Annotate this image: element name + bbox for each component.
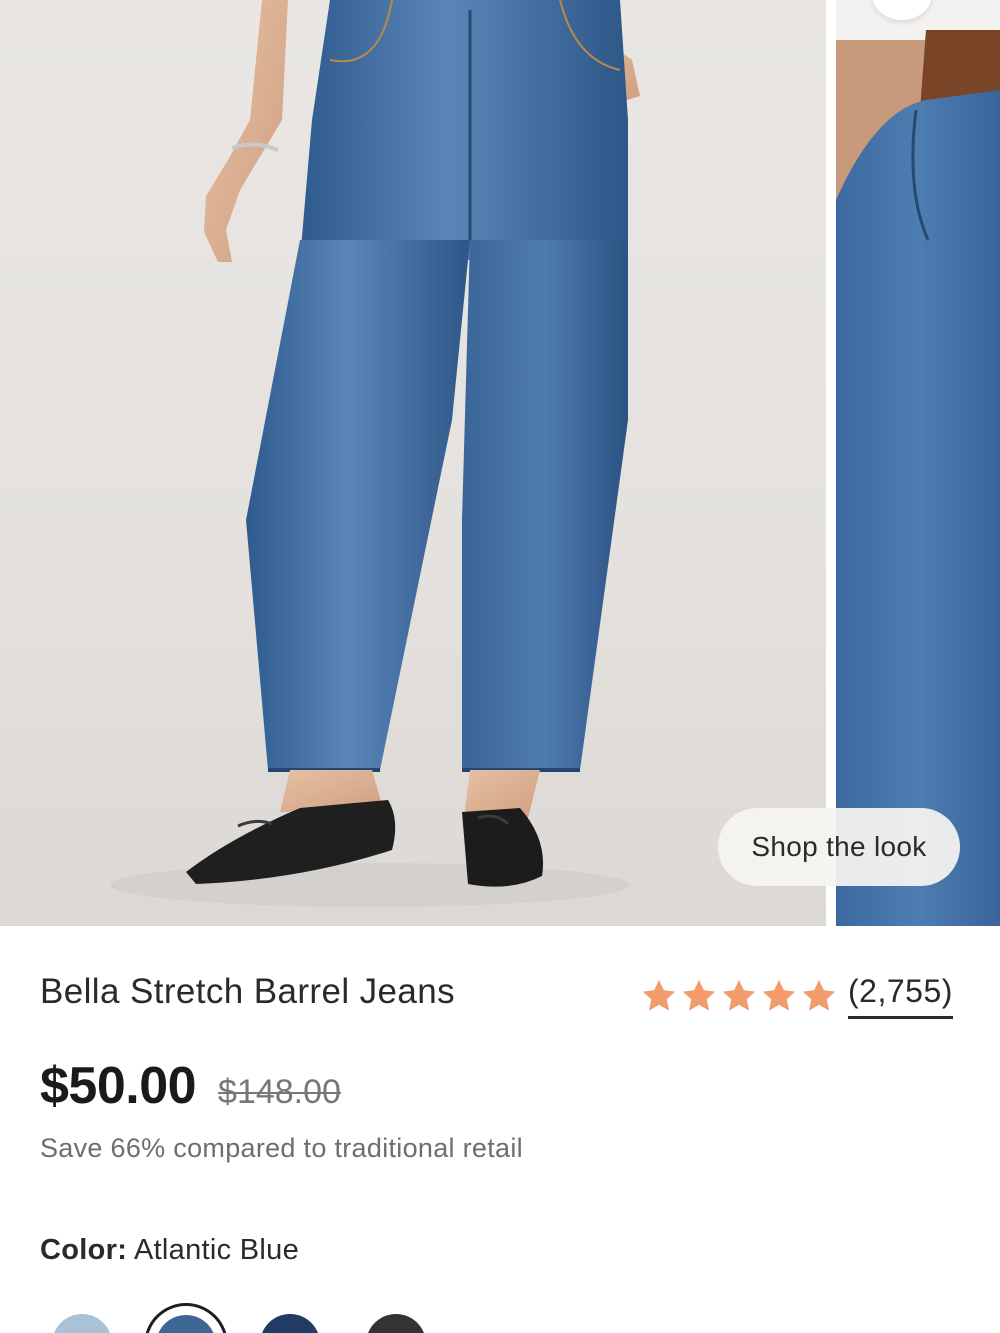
review-count-link[interactable]: (2,755): [848, 973, 953, 1019]
price-row: $50.00 $148.00: [40, 1056, 341, 1116]
swatch-light-blue[interactable]: [52, 1314, 112, 1333]
swatch-atlantic-blue[interactable]: [156, 1315, 216, 1333]
swatch-black[interactable]: [366, 1314, 426, 1333]
product-image-gallery[interactable]: Shop the look: [0, 0, 1000, 926]
jeans-model-illustration: [110, 0, 640, 907]
color-selection-label: Color: Atlantic Blue: [40, 1234, 299, 1267]
color-swatches: [0, 1300, 1000, 1333]
star-icon: [722, 979, 756, 1011]
star-icon: [802, 979, 836, 1011]
swatch-atlantic-blue-selected[interactable]: [144, 1303, 228, 1333]
product-photo-main[interactable]: [0, 0, 826, 926]
gallery-divider: [826, 0, 836, 926]
product-photo-next[interactable]: [836, 0, 1000, 926]
selected-color-name: Atlantic Blue: [133, 1234, 300, 1266]
product-title: Bella Stretch Barrel Jeans: [40, 972, 456, 1011]
sale-price: $50.00: [40, 1057, 197, 1115]
shop-the-look-button[interactable]: Shop the look: [718, 808, 960, 886]
product-rating[interactable]: (2,755): [640, 972, 953, 1020]
rating-stars: [640, 977, 838, 1015]
savings-note: Save 66% compared to traditional retail: [40, 1133, 523, 1163]
star-icon: [762, 979, 796, 1011]
original-price: $148.00: [218, 1073, 341, 1111]
jeans-closeup-illustration: [836, 0, 1000, 926]
color-label: Color:: [40, 1234, 128, 1266]
star-icon: [682, 979, 716, 1011]
swatch-navy[interactable]: [260, 1314, 320, 1333]
star-icon: [642, 979, 676, 1011]
